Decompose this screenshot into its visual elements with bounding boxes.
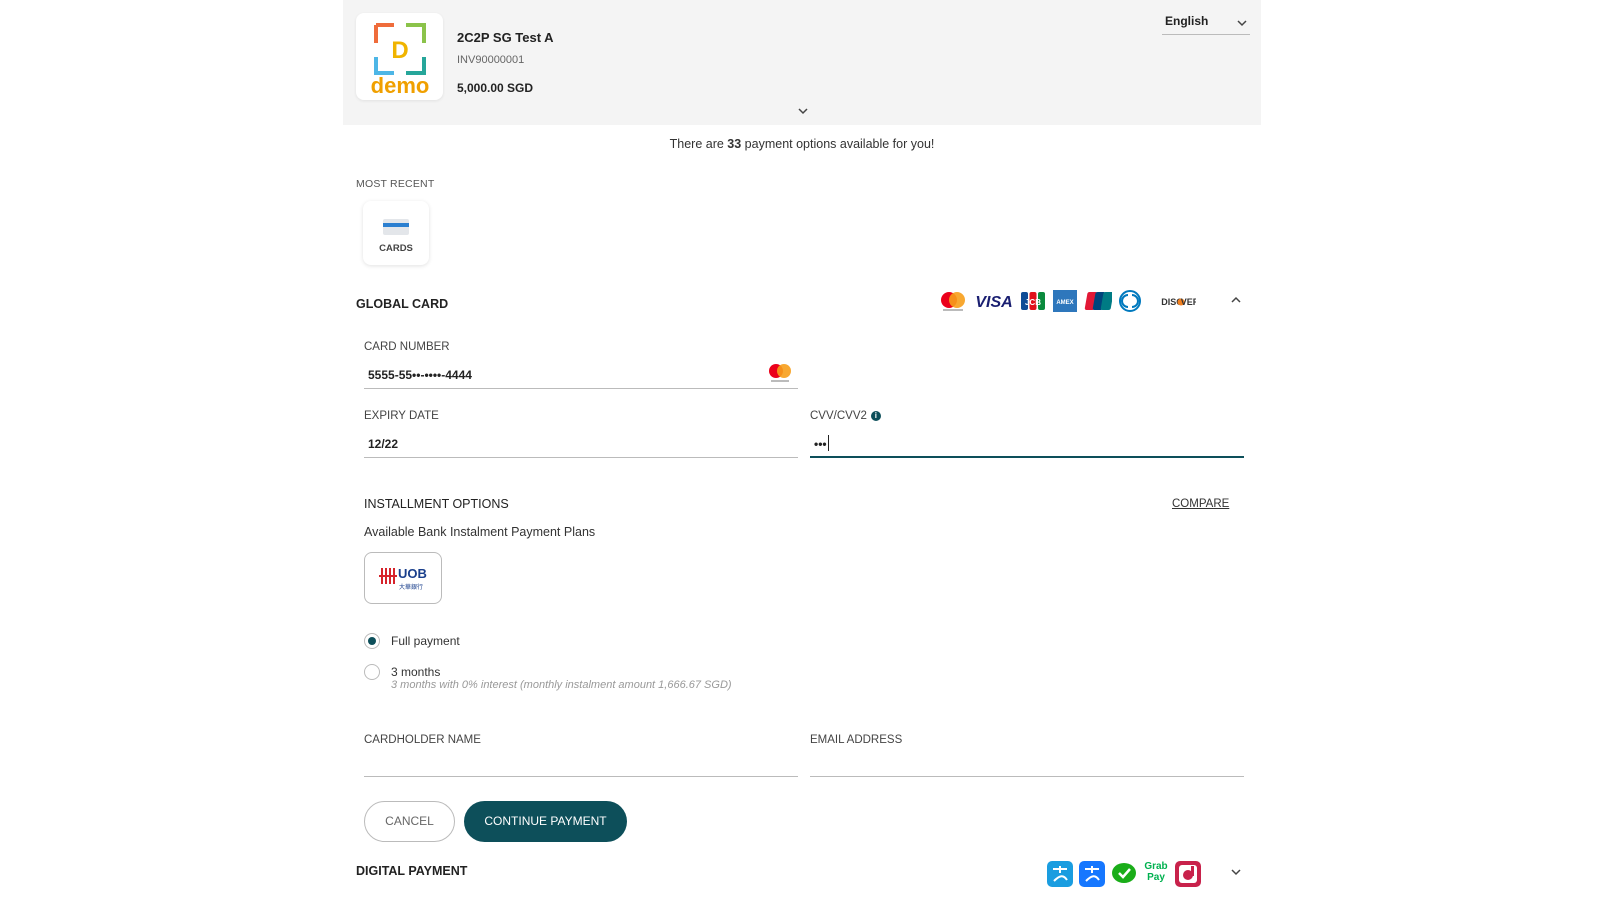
recent-cards-tile[interactable]: CARDS	[363, 201, 429, 265]
payment-page: D demo 2C2P SG Test A INV90000001 5,000.…	[343, 0, 1261, 900]
email-address-input[interactable]	[810, 747, 1244, 777]
digital-payment-title[interactable]: DIGITAL PAYMENT	[356, 864, 467, 878]
payment-amount: 5,000.00 SGD	[457, 81, 534, 95]
grab-pay-icon: Grab Pay	[1143, 861, 1169, 887]
mastercard-icon	[941, 292, 965, 311]
expand-details-chevron-icon[interactable]	[796, 106, 810, 116]
compare-link[interactable]: COMPARE	[1172, 498, 1229, 510]
collapse-chevron-up-icon[interactable]	[1230, 296, 1242, 304]
grab-pay-label: Grab Pay	[1144, 861, 1168, 883]
alipay-icon	[1079, 861, 1105, 887]
mastercard-detected-icon	[769, 364, 791, 382]
cvv-value: •••	[814, 437, 827, 451]
email-address-label: EMAIL ADDRESS	[810, 734, 903, 746]
merchant-name: 2C2P SG Test A	[457, 30, 554, 45]
full-payment-radio[interactable]	[364, 633, 380, 649]
svg-text:VISA: VISA	[975, 294, 1012, 311]
amex-icon: AMEX	[1053, 290, 1077, 312]
uob-logo-icon	[379, 568, 397, 584]
continue-payment-button[interactable]: CONTINUE PAYMENT	[464, 801, 627, 842]
three-months-label: 3 months	[391, 665, 441, 679]
cancel-button[interactable]: CANCEL	[364, 801, 455, 842]
diners-club-icon	[1119, 290, 1141, 312]
svg-text:D: D	[391, 37, 408, 64]
digital-payment-icons: Grab Pay	[1047, 861, 1201, 887]
installment-subtitle: Available Bank Instalment Payment Plans	[364, 525, 596, 539]
svg-text:demo: demo	[371, 73, 430, 98]
card-number-label: CARD NUMBER	[364, 341, 450, 353]
card-number-value: 5555-55••-••••-4444	[368, 368, 472, 382]
payment-options-count: There are 33 payment options available f…	[343, 137, 1261, 151]
cvv-input[interactable]: •••	[810, 428, 1244, 458]
card-number-input[interactable]: 5555-55••-••••-4444	[364, 359, 798, 389]
language-label: English	[1165, 14, 1209, 28]
order-summary-header: D demo 2C2P SG Test A INV90000001 5,000.…	[343, 0, 1261, 125]
options-count-number: 33	[727, 137, 742, 151]
options-suffix: payment options available for you!	[741, 137, 935, 151]
info-icon[interactable]: i	[870, 411, 881, 421]
svg-text:VER: VER	[1181, 297, 1196, 307]
unionpay-icon	[1084, 292, 1112, 310]
installment-options-title: INSTALLMENT OPTIONS	[364, 497, 509, 511]
invoice-number: INV90000001	[457, 54, 525, 66]
cvv-label: CVV/CVV2	[810, 410, 867, 422]
bank-subtext: 大華銀行	[399, 584, 424, 591]
wechat-pay-icon	[1111, 861, 1137, 887]
three-months-radio[interactable]	[364, 664, 380, 680]
expiry-date-label: EXPIRY DATE	[364, 410, 439, 422]
alipay-hk-icon	[1047, 861, 1073, 887]
expiry-date-value: 12/22	[368, 437, 399, 451]
cardholder-name-label: CARDHOLDER NAME	[364, 734, 481, 746]
jcb-icon: JCB	[1021, 292, 1045, 310]
language-select[interactable]: English	[1162, 12, 1250, 35]
visa-icon: VISA	[975, 294, 1012, 311]
bank-name: UOB	[398, 566, 427, 581]
discover-icon: DISC VER	[1161, 297, 1196, 307]
expand-chevron-down-icon[interactable]	[1230, 868, 1242, 876]
options-prefix: There are	[669, 137, 728, 151]
recent-cards-label: CARDS	[379, 243, 413, 254]
three-months-note: 3 months with 0% interest (monthly insta…	[391, 679, 732, 691]
full-payment-label: Full payment	[391, 634, 460, 648]
text-caret	[828, 435, 829, 451]
dash-icon	[1175, 861, 1201, 887]
most-recent-label: MOST RECENT	[356, 178, 435, 190]
card-icon	[383, 219, 409, 235]
global-card-title[interactable]: GLOBAL CARD	[356, 297, 448, 311]
chevron-down-icon	[1237, 20, 1247, 27]
cvv-label-wrap: CVV/CVV2 i	[810, 410, 881, 422]
uob-bank-tile[interactable]: UOB 大華銀行	[364, 552, 442, 604]
expiry-date-input[interactable]: 12/22	[364, 428, 798, 458]
card-brands: VISA JCB AMEX DISC VER	[938, 289, 1196, 313]
svg-text:JCB: JCB	[1025, 298, 1041, 307]
svg-text:AMEX: AMEX	[1056, 300, 1073, 306]
cardholder-name-input[interactable]	[364, 747, 798, 777]
merchant-logo: D demo	[356, 13, 443, 100]
